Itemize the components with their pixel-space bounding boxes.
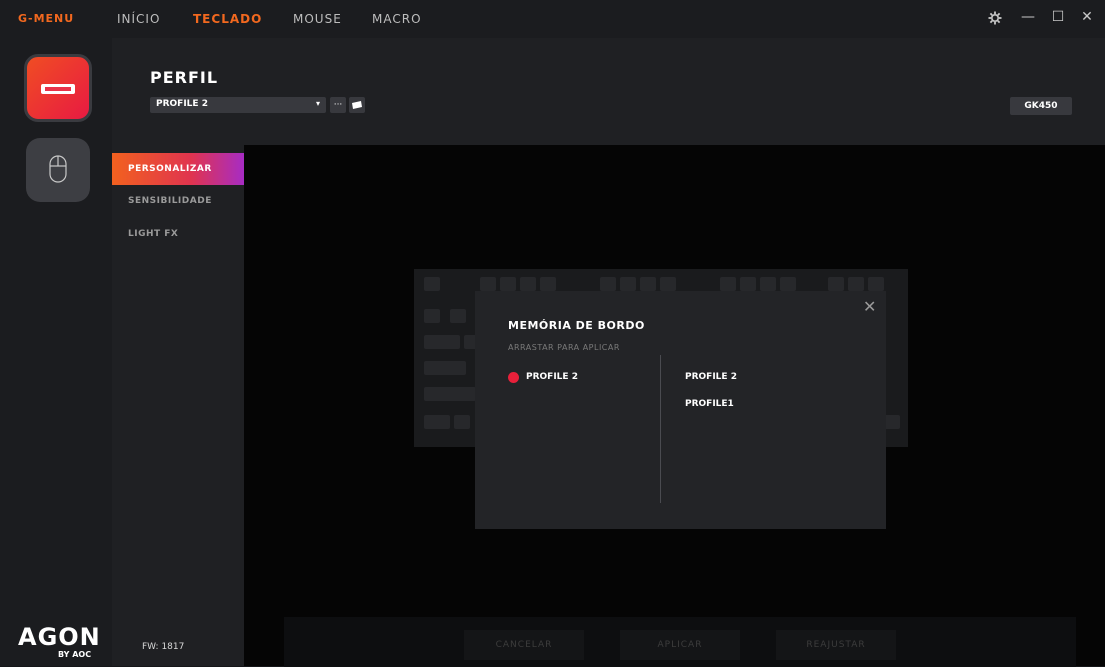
memory-slot-label[interactable]: PROFILE 2 xyxy=(526,372,578,382)
device-mouse-button[interactable] xyxy=(26,138,90,202)
profile-dropdown-value: PROFILE 2 xyxy=(156,99,208,109)
key xyxy=(520,277,536,291)
key xyxy=(500,277,516,291)
nav-inicio[interactable]: INÍCIO xyxy=(117,12,160,26)
gear-icon[interactable] xyxy=(986,9,1004,29)
key xyxy=(480,277,496,291)
key xyxy=(720,277,736,291)
key xyxy=(884,415,900,429)
key xyxy=(450,309,466,323)
nav-macro[interactable]: MACRO xyxy=(372,12,422,26)
device-model-badge: GK450 xyxy=(1010,97,1072,115)
nav-teclado[interactable]: TECLADO xyxy=(193,12,262,26)
apply-button[interactable]: APLICAR xyxy=(620,630,740,660)
key xyxy=(760,277,776,291)
profile-dropdown[interactable]: PROFILE 2 ▾ xyxy=(150,97,326,113)
device-keyboard-button[interactable] xyxy=(24,54,92,122)
memory-slot-indicator xyxy=(508,372,519,383)
page-title: PERFIL xyxy=(150,68,219,87)
profile-list-item[interactable]: PROFILE1 xyxy=(685,399,734,409)
divider xyxy=(660,355,661,503)
key xyxy=(848,277,864,291)
profile-list-item[interactable]: PROFILE 2 xyxy=(685,372,737,382)
top-bar: G-MENU INÍCIO TECLADO MOUSE MACRO — ☐ ✕ xyxy=(0,0,1105,38)
dialog-subtitle: ARRASTAR PARA APLICAR xyxy=(508,343,620,352)
keyboard-icon xyxy=(41,84,75,94)
chevron-down-icon: ▾ xyxy=(315,99,320,108)
key xyxy=(424,361,466,375)
dialog-title: MEMÓRIA DE BORDO xyxy=(508,319,645,332)
folder-icon xyxy=(352,101,362,109)
key xyxy=(454,415,470,429)
sub-navigation: PERSONALIZAR SENSIBILIDADE LIGHT FX FW: … xyxy=(112,145,244,666)
maximize-icon[interactable]: ☐ xyxy=(1049,9,1067,25)
key xyxy=(740,277,756,291)
key xyxy=(424,415,450,429)
key xyxy=(424,335,460,349)
more-options-button[interactable]: ··· xyxy=(330,97,346,113)
minimize-icon[interactable]: — xyxy=(1019,9,1037,25)
profile-header: PERFIL PROFILE 2 ▾ ··· GK450 xyxy=(112,38,1105,145)
close-icon[interactable]: ✕ xyxy=(1078,9,1096,25)
key xyxy=(640,277,656,291)
action-bar: CANCELAR APLICAR REAJUSTAR xyxy=(284,617,1076,667)
close-icon[interactable]: ✕ xyxy=(863,297,876,316)
subnav-sensibilidade[interactable]: SENSIBILIDADE xyxy=(112,185,244,217)
key xyxy=(660,277,676,291)
brand-sub: BY AOC xyxy=(58,650,92,659)
mouse-icon xyxy=(49,155,67,183)
subnav-personalizar[interactable]: PERSONALIZAR xyxy=(112,153,244,185)
key xyxy=(424,387,476,401)
app-logo: G-MENU xyxy=(18,12,75,25)
cancel-button[interactable]: CANCELAR xyxy=(464,630,584,660)
key xyxy=(424,277,440,291)
firmware-version: FW: 1817 xyxy=(142,642,185,652)
key xyxy=(868,277,884,291)
subnav-light-fx[interactable]: LIGHT FX xyxy=(112,218,244,250)
key xyxy=(424,309,440,323)
brand-logo: AGON xyxy=(18,623,101,651)
nav-mouse[interactable]: MOUSE xyxy=(293,12,342,26)
key xyxy=(620,277,636,291)
device-rail: AGON BY AOC xyxy=(0,38,112,666)
onboard-memory-button[interactable] xyxy=(349,97,365,113)
reset-button[interactable]: REAJUSTAR xyxy=(776,630,896,660)
key xyxy=(780,277,796,291)
key xyxy=(540,277,556,291)
onboard-memory-dialog: ✕ MEMÓRIA DE BORDO ARRASTAR PARA APLICAR… xyxy=(475,291,886,529)
key xyxy=(600,277,616,291)
key xyxy=(828,277,844,291)
